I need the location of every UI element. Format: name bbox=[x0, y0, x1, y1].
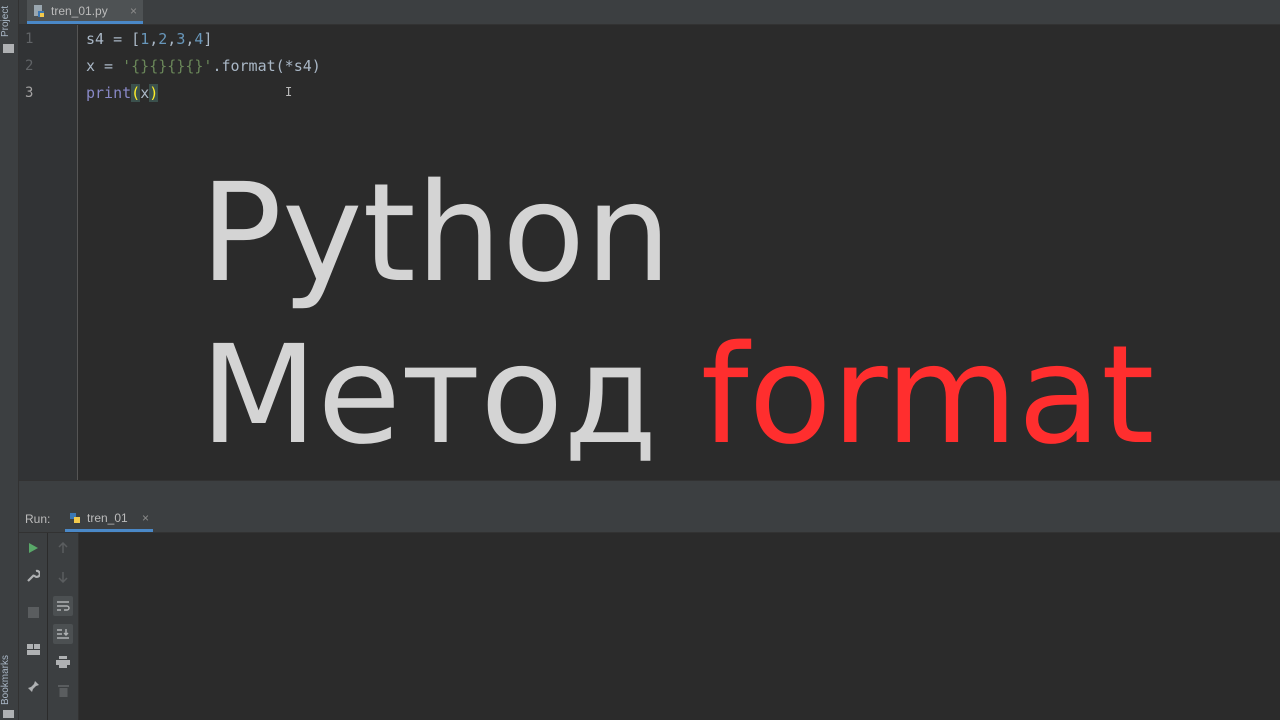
line-number: 1 bbox=[25, 31, 34, 47]
code-line-2[interactable]: x = '{}{}{}{}'.format(*s4) bbox=[86, 57, 321, 75]
tab-label: tren_01.py bbox=[51, 3, 108, 18]
run-toolbar-primary bbox=[19, 533, 47, 720]
tab-tren-01-py[interactable]: tren_01.py × bbox=[27, 0, 143, 24]
code-line-1[interactable]: s4 = [1,2,3,4] bbox=[86, 30, 212, 48]
stop-icon[interactable] bbox=[23, 602, 43, 622]
line-number-gutter: 1 2 3 bbox=[19, 25, 78, 480]
scroll-to-end-icon[interactable] bbox=[53, 624, 73, 644]
close-tab-icon[interactable]: × bbox=[130, 4, 137, 18]
folder-icon[interactable] bbox=[3, 44, 14, 53]
overlay-title-accent: format bbox=[700, 317, 1155, 475]
code-token: .format(*s4) bbox=[212, 57, 321, 75]
code-token: x = bbox=[86, 57, 123, 75]
project-tool-label[interactable]: Project bbox=[0, 2, 18, 40]
code-token-builtin: print bbox=[86, 84, 132, 102]
code-token-number: 3 bbox=[176, 30, 186, 48]
overlay-title-line-1: Python bbox=[200, 155, 672, 313]
code-token-number: 1 bbox=[140, 30, 150, 48]
line-number: 2 bbox=[25, 58, 34, 74]
bookmarks-tool-label[interactable]: Bookmarks bbox=[0, 652, 18, 708]
code-token: , bbox=[167, 30, 177, 48]
code-token: ] bbox=[203, 30, 213, 48]
close-run-tab-icon[interactable]: × bbox=[142, 511, 149, 525]
run-tab-label: tren_01 bbox=[87, 510, 128, 525]
overlay-title-line-2: Метод format bbox=[200, 328, 1154, 464]
rerun-icon[interactable] bbox=[23, 538, 43, 558]
code-token: , bbox=[149, 30, 159, 48]
run-console-output[interactable] bbox=[79, 533, 1280, 720]
print-icon[interactable] bbox=[53, 652, 73, 672]
layout-icon[interactable] bbox=[23, 639, 43, 659]
code-token-number: 2 bbox=[158, 30, 168, 48]
run-toolbar-secondary bbox=[48, 533, 79, 720]
python-file-icon bbox=[34, 5, 44, 17]
wrench-icon[interactable] bbox=[23, 566, 43, 586]
run-tab-tren-01[interactable]: tren_01 × bbox=[65, 506, 153, 532]
python-icon bbox=[70, 513, 80, 523]
left-tool-strip: Project Bookmarks bbox=[0, 0, 19, 720]
code-token-string: '{}{}{}{}' bbox=[122, 57, 213, 75]
code-token: x bbox=[140, 84, 150, 102]
text-cursor-icon: I bbox=[285, 85, 293, 99]
soft-wrap-icon[interactable] bbox=[53, 596, 73, 616]
panel-divider[interactable] bbox=[19, 480, 1280, 507]
run-panel-header: Run: tren_01 × bbox=[19, 506, 1280, 533]
matched-paren: ) bbox=[149, 84, 159, 102]
code-line-3[interactable]: print(x) bbox=[86, 84, 159, 102]
line-number-current: 3 bbox=[25, 85, 34, 101]
editor-tab-bar: tren_01.py × bbox=[19, 0, 1280, 25]
run-label: Run: bbox=[25, 512, 51, 526]
arrow-up-icon[interactable] bbox=[53, 538, 73, 558]
trash-icon[interactable] bbox=[53, 680, 73, 700]
matched-paren: ( bbox=[131, 84, 141, 102]
bookmark-icon[interactable] bbox=[3, 710, 14, 718]
pin-icon[interactable] bbox=[23, 676, 43, 696]
arrow-down-icon[interactable] bbox=[53, 567, 73, 587]
overlay-title-main: Метод bbox=[200, 317, 658, 475]
code-token: s4 = [ bbox=[86, 30, 141, 48]
